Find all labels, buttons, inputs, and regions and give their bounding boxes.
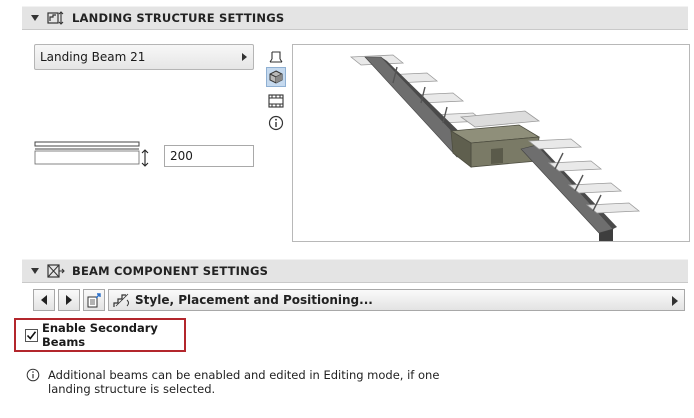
3d-view-button[interactable]: [266, 67, 286, 87]
section-view-button[interactable]: [266, 91, 286, 111]
popup-arrow-icon: [672, 296, 678, 306]
stair-3d-preview-image: [349, 54, 641, 241]
page-selector-label: Style, Placement and Positioning...: [135, 293, 373, 307]
3d-preview-pane[interactable]: [292, 44, 690, 242]
popup-arrow-icon: [242, 53, 247, 61]
previous-page-button[interactable]: [33, 289, 55, 311]
info-icon: [26, 368, 40, 382]
arrow-left-icon: [41, 295, 47, 305]
enable-secondary-beams-checkbox[interactable]: Enable Secondary Beams: [14, 318, 186, 352]
collapse-triangle-icon[interactable]: [31, 268, 39, 274]
page-list-icon: [87, 293, 101, 308]
section-title: LANDING STRUCTURE SETTINGS: [72, 11, 285, 25]
checkmark-icon: [26, 330, 37, 340]
landing-structure-settings-header[interactable]: LANDING STRUCTURE SETTINGS: [22, 6, 688, 30]
info-view-button[interactable]: [266, 113, 286, 133]
beam-component-settings-header[interactable]: BEAM COMPONENT SETTINGS: [22, 259, 688, 283]
page-selector-popup[interactable]: Style, Placement and Positioning...: [108, 289, 685, 311]
section-view-icon: [268, 94, 284, 108]
2d-plan-icon: [269, 51, 283, 63]
landing-structure-icon: [47, 11, 64, 25]
collapse-triangle-icon[interactable]: [31, 15, 39, 21]
enable-secondary-beams-label: Enable Secondary Beams: [42, 321, 158, 349]
next-page-button[interactable]: [58, 289, 80, 311]
section-title: BEAM COMPONENT SETTINGS: [72, 264, 269, 278]
stair-style-icon: [113, 293, 129, 307]
beam-height-input[interactable]: 200: [164, 145, 254, 167]
checkbox-box[interactable]: [25, 328, 38, 342]
landing-type-popup[interactable]: Landing Beam 21: [34, 44, 254, 70]
3d-view-icon: [269, 70, 283, 84]
beam-component-icon: [47, 264, 65, 278]
info-icon: [268, 115, 284, 131]
arrow-right-icon: [66, 295, 72, 305]
page-list-button[interactable]: [83, 289, 105, 311]
page-navigation-row: Style, Placement and Positioning...: [33, 289, 685, 311]
info-note-text: Additional beams can be enabled and edit…: [48, 368, 440, 396]
landing-type-value: Landing Beam 21: [40, 50, 146, 64]
plan-view-button[interactable]: [266, 47, 286, 67]
beam-height-icon: [34, 141, 149, 167]
